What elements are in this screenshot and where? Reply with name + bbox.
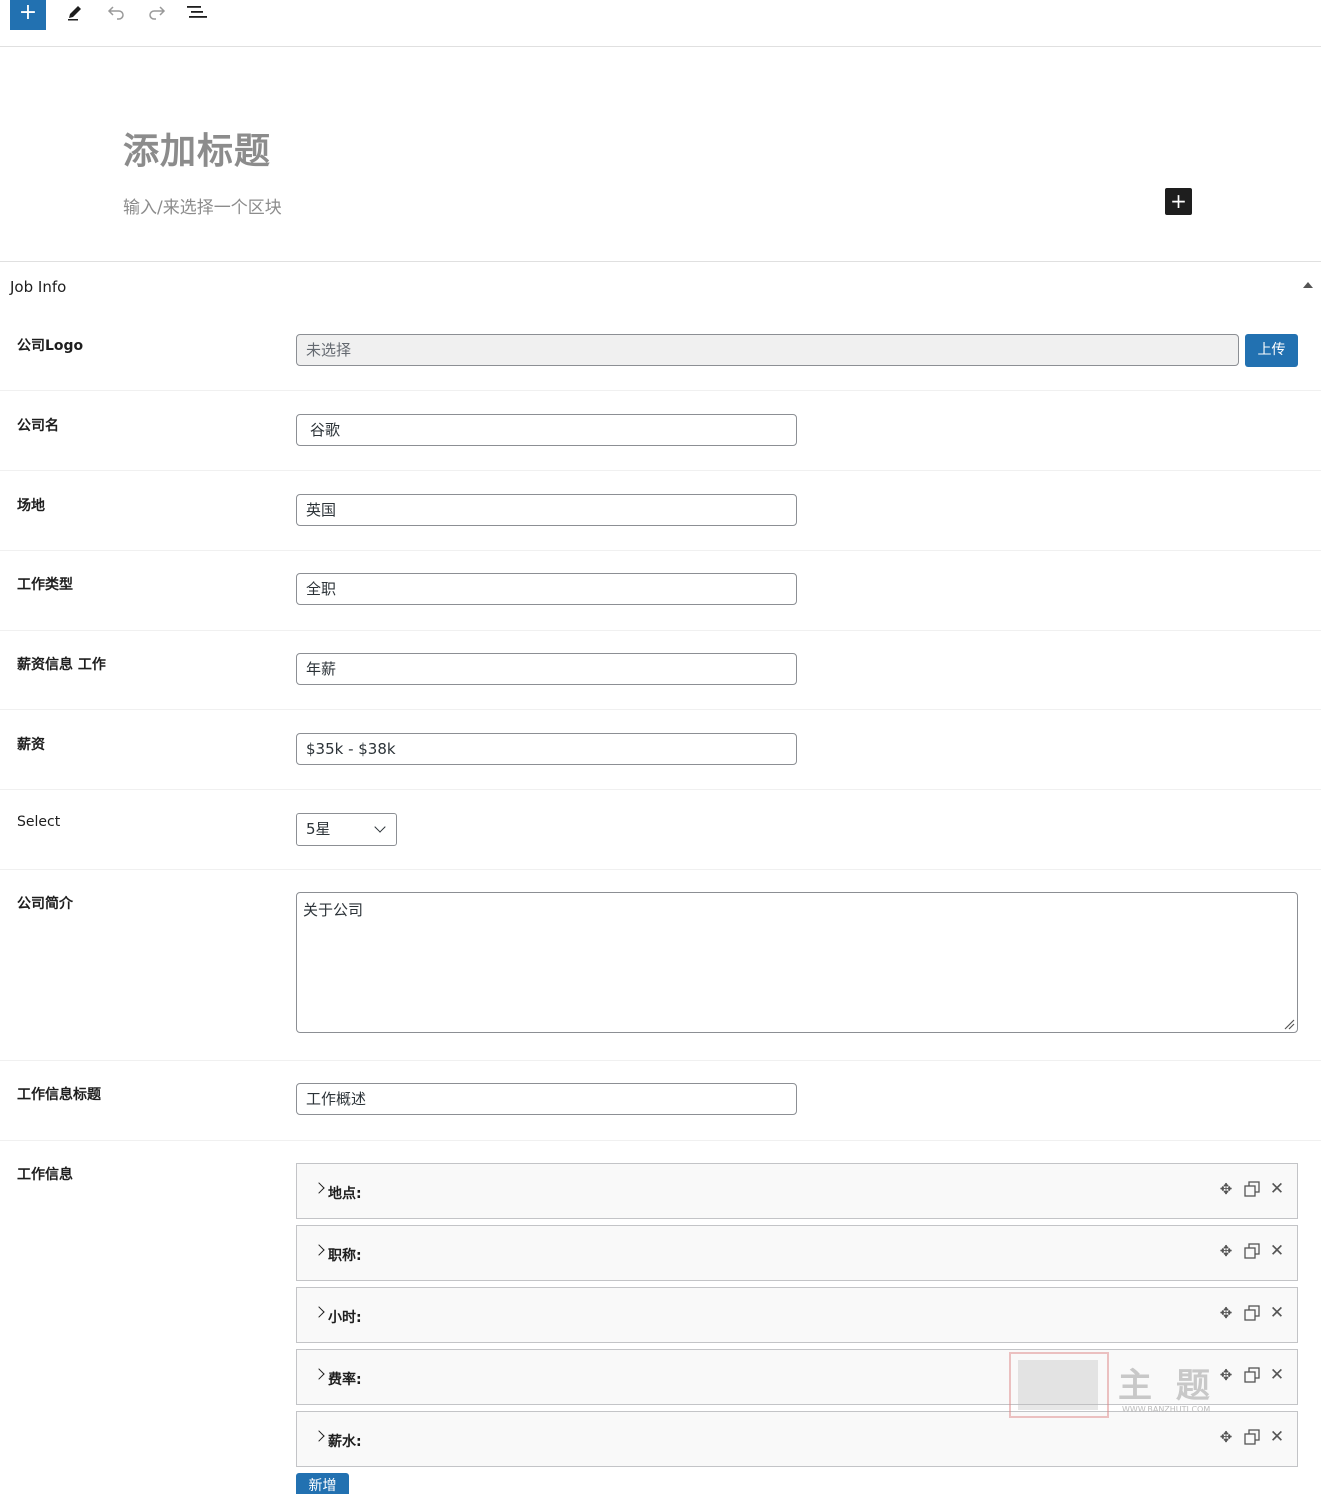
field-label: 工作信息标题 (17, 1087, 101, 1103)
add-block-button[interactable]: + (10, 0, 46, 30)
field-row-select: Select 5星 (0, 790, 1321, 870)
group-label: 地点: (328, 1186, 362, 1202)
field-row-job-type: 工作类型 全职 (0, 551, 1321, 631)
group-label: 薪水: (328, 1434, 362, 1450)
logo-input[interactable]: 未选择 (296, 334, 1239, 366)
group-label: 职称: (328, 1248, 362, 1264)
watermark-logo: 主 题 WWW.BANZHUTI.COM (1008, 1350, 1238, 1420)
field-label: 公司Logo (17, 338, 84, 354)
repeater-group[interactable]: 职称: ✥ ✕ (296, 1225, 1298, 1281)
field-row-salary: 薪资 $35k - $38k (0, 710, 1321, 790)
field-label: 工作类型 (17, 577, 73, 593)
metabox-title: Job Info (10, 278, 67, 296)
chevron-right-icon[interactable] (313, 1430, 325, 1442)
upload-button[interactable]: 上传 (1245, 334, 1298, 367)
editor-toolbar: + (0, 0, 1321, 47)
group-label: 费率: (328, 1372, 362, 1388)
job-type-input[interactable]: 全职 (296, 573, 797, 605)
chevron-right-icon[interactable] (313, 1244, 325, 1256)
block-placeholder[interactable]: 输入/来选择一个区块 (123, 193, 282, 218)
field-label: 公司名 (17, 418, 59, 434)
watermark-url: WWW.BANZHUTI.COM (1122, 1405, 1211, 1414)
close-icon[interactable]: ✕ (1268, 1180, 1286, 1198)
job-info-metabox: Job Info (0, 261, 1321, 296)
field-row-logo: 公司Logo 未选择 上传 (0, 315, 1321, 391)
repeater-group[interactable]: 小时: ✥ ✕ (296, 1287, 1298, 1343)
field-label: 薪资 (17, 737, 45, 753)
move-icon[interactable]: ✥ (1217, 1428, 1235, 1446)
duplicate-icon[interactable] (1243, 1180, 1261, 1198)
company-name-input[interactable]: 谷歌 (296, 414, 797, 446)
redo-icon[interactable] (145, 2, 169, 26)
field-label: 工作信息 (17, 1167, 73, 1183)
duplicate-icon[interactable] (1243, 1366, 1261, 1384)
watermark-text: 主 题 (1118, 1366, 1216, 1406)
chevron-right-icon[interactable] (313, 1182, 325, 1194)
textarea-value: 关于公司 (303, 901, 364, 919)
select-value: 5星 (306, 820, 331, 838)
field-row-salary-info: 薪资信息 工作 年薪 (0, 631, 1321, 710)
close-icon[interactable]: ✕ (1268, 1304, 1286, 1322)
move-icon[interactable]: ✥ (1217, 1180, 1235, 1198)
collapse-toggle-icon[interactable] (1303, 282, 1313, 288)
field-label: 公司简介 (17, 896, 73, 912)
close-icon[interactable]: ✕ (1268, 1428, 1286, 1446)
move-icon[interactable]: ✥ (1217, 1304, 1235, 1322)
field-label: 薪资信息 工作 (17, 657, 106, 673)
rating-select[interactable]: 5星 (296, 813, 397, 846)
duplicate-icon[interactable] (1243, 1428, 1261, 1446)
group-label: 小时: (328, 1310, 362, 1326)
repeater-group[interactable]: 地点: ✥ ✕ (296, 1163, 1298, 1219)
chevron-right-icon[interactable] (313, 1306, 325, 1318)
add-row-button[interactable]: 新增 (296, 1473, 349, 1494)
duplicate-icon[interactable] (1243, 1304, 1261, 1322)
chevron-right-icon[interactable] (313, 1368, 325, 1380)
list-view-icon[interactable] (185, 2, 209, 26)
duplicate-icon[interactable] (1243, 1242, 1261, 1260)
undo-icon[interactable] (104, 2, 128, 26)
chevron-down-icon (374, 821, 386, 833)
salary-input[interactable]: $35k - $38k (296, 733, 797, 765)
close-icon[interactable]: ✕ (1268, 1242, 1286, 1260)
close-icon[interactable]: ✕ (1268, 1366, 1286, 1384)
salary-info-input[interactable]: 年薪 (296, 653, 797, 685)
field-row-company-name: 公司名 谷歌 (0, 391, 1321, 471)
field-row-location: 场地 英国 (0, 471, 1321, 551)
job-info-title-input[interactable]: 工作概述 (296, 1083, 797, 1115)
field-label: Select (17, 814, 61, 830)
field-row-job-info-title: 工作信息标题 工作概述 (0, 1061, 1321, 1141)
pencil-icon[interactable] (63, 2, 87, 26)
move-icon[interactable]: ✥ (1217, 1242, 1235, 1260)
post-title-input[interactable]: 添加标题 (123, 122, 271, 174)
company-intro-textarea[interactable]: 关于公司 (296, 892, 1298, 1033)
inline-add-block-button[interactable]: + (1165, 188, 1192, 215)
field-label: 场地 (17, 498, 45, 514)
resize-handle-icon[interactable] (1283, 1018, 1295, 1030)
location-input[interactable]: 英国 (296, 494, 797, 526)
field-row-company-intro: 公司简介 关于公司 (0, 870, 1321, 1061)
